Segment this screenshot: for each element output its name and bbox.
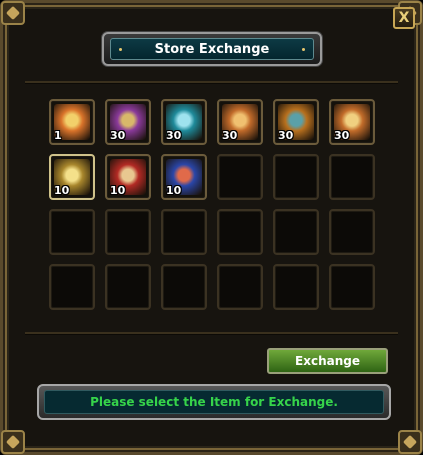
empty-slot[interactable]: [105, 209, 151, 255]
empty-slot[interactable]: [49, 264, 95, 310]
item-quantity: 30: [166, 129, 182, 142]
top-divider: [25, 81, 398, 84]
item-slot[interactable]: 30: [217, 99, 263, 145]
item-quantity: 10: [110, 184, 126, 197]
empty-slot[interactable]: [329, 264, 375, 310]
item-quantity: 10: [54, 184, 70, 197]
item-quantity: 10: [166, 184, 182, 197]
close-button[interactable]: X: [393, 7, 415, 29]
item-slot[interactable]: 30: [105, 99, 151, 145]
empty-slot[interactable]: [161, 264, 207, 310]
empty-slot[interactable]: [273, 264, 319, 310]
window-title: Store Exchange: [154, 41, 270, 57]
empty-slot[interactable]: [217, 154, 263, 200]
empty-slot[interactable]: [273, 209, 319, 255]
exchange-button[interactable]: Exchange: [267, 348, 388, 374]
item-slot[interactable]: 10: [49, 154, 95, 200]
item-slot[interactable]: 30: [273, 99, 319, 145]
title-plate: Store Exchange: [102, 32, 322, 66]
status-message: Please select the Item for Exchange.: [90, 395, 338, 409]
empty-slot[interactable]: [329, 154, 375, 200]
title-ornament: [119, 48, 122, 51]
close-icon: X: [398, 10, 410, 26]
message-frame: Please select the Item for Exchange.: [44, 390, 384, 414]
corner-ornament: [1, 430, 25, 454]
item-slot[interactable]: 30: [329, 99, 375, 145]
empty-slot[interactable]: [105, 264, 151, 310]
empty-slot[interactable]: [273, 154, 319, 200]
message-bar: Please select the Item for Exchange.: [37, 384, 391, 420]
corner-ornament: [398, 430, 422, 454]
title-ornament: [302, 48, 305, 51]
item-slot[interactable]: 1: [49, 99, 95, 145]
item-quantity: 30: [334, 129, 350, 142]
item-quantity: 30: [278, 129, 294, 142]
item-quantity: 1: [54, 129, 62, 142]
item-quantity: 30: [222, 129, 238, 142]
item-grid: 1 30 30 30 30 30 10 10 10: [43, 93, 383, 325]
item-slot[interactable]: 10: [161, 154, 207, 200]
item-slot[interactable]: 10: [105, 154, 151, 200]
store-exchange-window: X Store Exchange 1 30 30 30 30 30 10 10 10 Excha…: [0, 0, 423, 455]
bottom-divider: [25, 332, 398, 335]
empty-slot[interactable]: [49, 209, 95, 255]
empty-slot[interactable]: [217, 264, 263, 310]
empty-slot[interactable]: [217, 209, 263, 255]
empty-slot[interactable]: [329, 209, 375, 255]
title-frame: Store Exchange: [110, 38, 314, 60]
item-quantity: 30: [110, 129, 126, 142]
corner-ornament: [1, 1, 25, 25]
empty-slot[interactable]: [161, 209, 207, 255]
item-slot[interactable]: 30: [161, 99, 207, 145]
